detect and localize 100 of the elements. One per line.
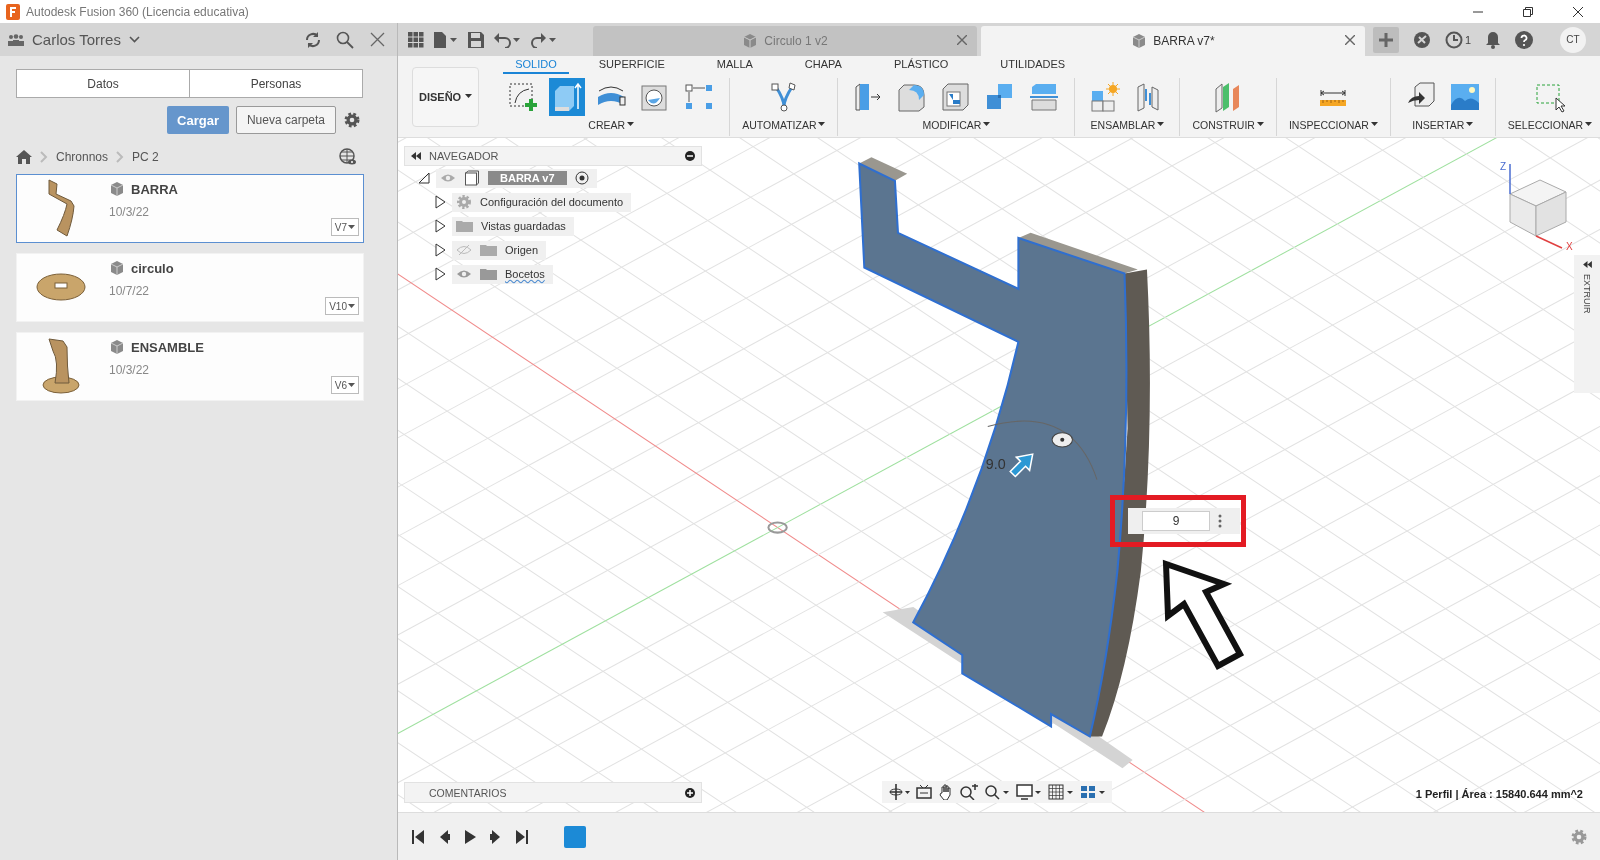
caret-icon: [818, 122, 826, 127]
toolbar-tab[interactable]: UTILIDADES: [988, 57, 1078, 74]
file-card[interactable]: circulo 10/7/22 V10: [16, 253, 364, 322]
fit-view-icon[interactable]: [984, 784, 1010, 800]
view-cube[interactable]: Z X: [1488, 156, 1578, 251]
chevron-down-icon[interactable]: [128, 36, 140, 43]
panel-tab[interactable]: Datos: [17, 70, 189, 97]
cube-icon: [1131, 33, 1148, 49]
version-dropdown[interactable]: V10: [325, 297, 359, 315]
expand-toggle[interactable]: [434, 219, 446, 233]
drag-arrow-icon[interactable]: [1009, 453, 1034, 478]
collapse-icon: [1582, 261, 1592, 268]
tool-group-dropdown[interactable]: ENSAMBLAR: [1090, 115, 1165, 131]
redo-icon[interactable]: [530, 31, 556, 48]
tool-group-dropdown[interactable]: SELECCIONAR: [1507, 115, 1593, 131]
window-title: Autodesk Fusion 360 (Licencia educativa): [26, 4, 250, 19]
folder-icon: [480, 268, 497, 280]
new-tab-button[interactable]: [1373, 26, 1399, 53]
file-card[interactable]: BARRA 10/3/22 V7: [16, 174, 364, 243]
close-icon[interactable]: [1345, 35, 1355, 45]
expand-toggle[interactable]: [434, 267, 446, 281]
panel-tab[interactable]: Personas: [189, 70, 362, 97]
chevron-right-icon: [116, 151, 125, 163]
caret-icon: [348, 303, 355, 309]
caret-icon: [1585, 122, 1593, 127]
file-card[interactable]: ENSAMBLE 10/3/22 V6: [16, 332, 364, 401]
close-icon[interactable]: [957, 35, 967, 45]
last-button[interactable]: [514, 827, 530, 846]
collapse-icon[interactable]: [411, 152, 421, 160]
caret-icon: [348, 224, 355, 230]
toolbar-tab[interactable]: SUPERFICIE: [586, 57, 677, 74]
more-icon[interactable]: [1218, 514, 1222, 528]
settings-icon[interactable]: [343, 111, 361, 129]
new-folder-button[interactable]: Nueva carpeta: [235, 106, 336, 134]
expand-toggle[interactable]: [434, 195, 446, 209]
save-icon[interactable]: [468, 31, 484, 48]
expand-toggle[interactable]: [418, 171, 430, 185]
user-avatar[interactable]: CT: [1560, 26, 1586, 53]
home-icon[interactable]: [16, 150, 32, 164]
minus-circle-icon[interactable]: [685, 151, 695, 161]
component-icon: [464, 170, 480, 186]
toolbar-tab[interactable]: MALLA: [704, 57, 765, 74]
toolbar-tab[interactable]: PLÁSTICO: [881, 57, 961, 74]
part-thumbnail: [47, 179, 75, 237]
job-count: 1: [1465, 33, 1472, 46]
expand-toggle[interactable]: [434, 243, 446, 257]
orbit-icon[interactable]: [888, 784, 910, 800]
cube-icon: [109, 339, 125, 355]
tool-group-dropdown[interactable]: AUTOMATIZAR: [742, 115, 826, 131]
file-name: BARRA: [131, 181, 178, 197]
plus-circle-icon[interactable]: [685, 787, 695, 798]
part-thumbnail: [36, 273, 86, 301]
globe-icon[interactable]: [339, 148, 357, 166]
cube-icon: [109, 181, 125, 197]
input-field[interactable]: 9: [1142, 511, 1210, 531]
undo-icon[interactable]: [494, 31, 520, 48]
bell-icon[interactable]: [1485, 30, 1502, 49]
viewports-icon[interactable]: [1080, 784, 1106, 800]
cube-icon: [742, 33, 759, 49]
camera-icon[interactable]: [916, 785, 932, 799]
workspace-dropdown[interactable]: DISEÑO: [412, 66, 480, 127]
origin-point: [767, 521, 788, 534]
extruded-shape[interactable]: [858, 157, 1150, 738]
grid-menu-icon[interactable]: [408, 31, 424, 48]
user-name[interactable]: Carlos Torres: [32, 31, 121, 48]
breadcrumb-link[interactable]: Chronnos: [56, 150, 109, 164]
comments-title: COMENTARIOS: [429, 786, 508, 799]
display-icon[interactable]: [1016, 784, 1042, 800]
tool-group-dropdown[interactable]: CONSTRUIR: [1192, 115, 1264, 131]
tool-group-dropdown[interactable]: INSERTAR: [1412, 115, 1474, 131]
plus-icon: [1379, 32, 1393, 47]
first-button[interactable]: [410, 827, 426, 846]
zoom-icon[interactable]: [960, 784, 978, 800]
tool-group-dropdown[interactable]: CREAR: [588, 115, 635, 131]
status-text: 1 Perfil | Área : 15840.644 mm^2: [1415, 788, 1583, 800]
version-dropdown[interactable]: V6: [330, 376, 359, 394]
caret-icon: [1157, 122, 1165, 127]
tool-group-dropdown[interactable]: INSPECCIONAR: [1288, 115, 1378, 131]
file-date: 10/3/22: [109, 205, 151, 219]
timeline-feature[interactable]: [564, 825, 586, 848]
close-icon: [1573, 6, 1583, 17]
toolbar-tab[interactable]: CHAPA: [792, 57, 854, 74]
toolbar-tab[interactable]: SOLIDO: [503, 57, 569, 74]
tool-group-dropdown[interactable]: MODIFICAR: [922, 115, 991, 131]
caret-icon: [627, 122, 635, 127]
manipulator-handle[interactable]: [1051, 432, 1073, 448]
document-tab[interactable]: BARRA v7*: [981, 26, 1365, 56]
grid-icon[interactable]: [1048, 784, 1074, 800]
version-dropdown[interactable]: V7: [330, 218, 359, 236]
offline-icon[interactable]: [1413, 30, 1431, 49]
play-button[interactable]: [462, 827, 478, 846]
file-name: ENSAMBLE: [131, 339, 204, 355]
help-icon[interactable]: [1515, 30, 1534, 49]
radio-icon[interactable]: [574, 171, 589, 185]
hand-icon[interactable]: [938, 784, 954, 800]
breadcrumb-link[interactable]: PC 2: [132, 150, 159, 164]
side-panel-tab[interactable]: EXTRUIR: [1574, 255, 1600, 393]
clock-icon[interactable]: [1445, 30, 1463, 49]
caret-icon: [1256, 122, 1264, 127]
file-icon[interactable]: [434, 31, 458, 48]
